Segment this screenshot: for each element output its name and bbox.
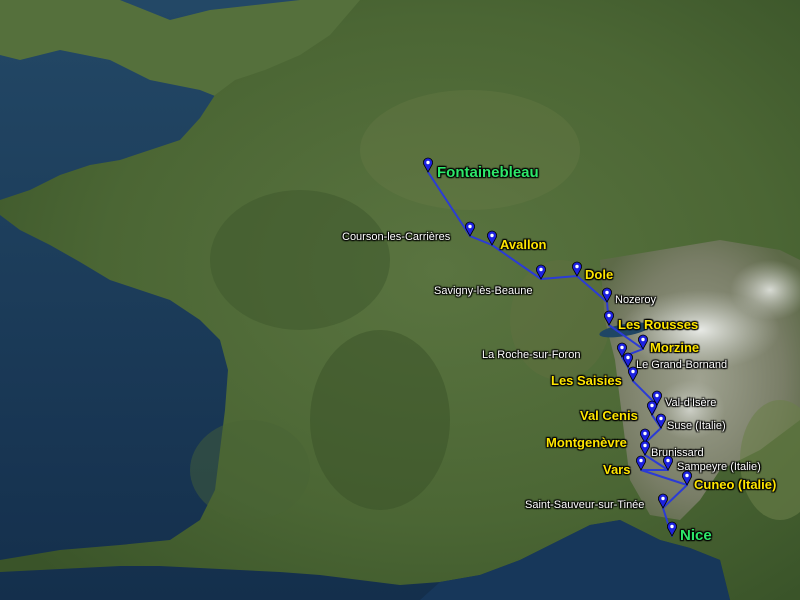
map-pin-icon <box>423 157 433 173</box>
map-pin-sampeyre[interactable] <box>662 455 674 471</box>
stop-label-brunissard: Brunissard <box>651 447 704 459</box>
stop-label-les-rousses: Les Rousses <box>618 317 699 332</box>
map-pin-icon <box>628 366 638 382</box>
stop-label-saint-sauveur: Saint-Sauveur-sur-Tinée <box>525 499 645 511</box>
map-pin-icon <box>663 455 673 471</box>
map-pin-morzine[interactable] <box>637 334 649 350</box>
stop-label-suse: Suse (Italie) <box>667 420 726 432</box>
terrain-patch <box>210 190 390 330</box>
map-pin-vars[interactable] <box>635 455 647 471</box>
stop-label-dole: Dole <box>585 267 614 282</box>
map-pin-cuneo[interactable] <box>681 470 693 486</box>
map-pin-avallon[interactable] <box>486 230 498 246</box>
stop-label-morzine: Morzine <box>650 340 700 355</box>
satellite-map <box>0 0 800 600</box>
stop-label-nozeroy: Nozeroy <box>615 294 656 306</box>
stop-label-val-disere: Val-d'Isère <box>665 397 717 409</box>
map-pin-saint-sauveur[interactable] <box>657 493 669 509</box>
map-pin-les-rousses[interactable] <box>603 310 615 326</box>
stop-label-la-roche: La Roche-sur-Foron <box>482 349 581 361</box>
map-pin-brunissard[interactable] <box>639 440 651 456</box>
map-pin-dole[interactable] <box>571 261 583 277</box>
map-pin-icon <box>602 287 612 303</box>
map-pin-icon <box>640 440 650 456</box>
map-pin-courson[interactable] <box>464 221 476 237</box>
map-pin-icon <box>638 334 648 350</box>
map-pin-icon <box>465 221 475 237</box>
map-pin-suse[interactable] <box>655 413 667 429</box>
stop-label-grand-bornand: Le Grand-Bornand <box>636 359 728 371</box>
stop-label-avallon: Avallon <box>500 237 547 252</box>
map-view[interactable]: Fontainebleau Courson-les-Carrières Avallo… <box>0 0 800 600</box>
map-pin-icon <box>656 413 666 429</box>
terrain-patch <box>190 420 310 520</box>
stop-label-savigny: Savigny-lès-Beaune <box>434 285 533 297</box>
map-pin-icon <box>536 264 546 280</box>
stop-label-cuneo: Cuneo (Italie) <box>694 477 777 492</box>
stop-label-montgenevre: Montgenèvre <box>546 435 627 450</box>
map-pin-icon <box>682 470 692 486</box>
stop-label-vars: Vars <box>603 462 631 477</box>
map-pin-icon <box>636 455 646 471</box>
map-pin-icon <box>667 521 677 537</box>
map-pin-savigny[interactable] <box>535 264 547 280</box>
map-pin-nice[interactable] <box>666 521 678 537</box>
map-pin-icon <box>658 493 668 509</box>
map-pin-icon <box>604 310 614 326</box>
map-pin-icon <box>572 261 582 277</box>
terrain-patch <box>360 90 580 210</box>
stop-label-val-cenis: Val Cenis <box>580 408 638 423</box>
stop-label-courson: Courson-les-Carrières <box>342 231 451 243</box>
map-pin-les-saisies[interactable] <box>627 366 639 382</box>
map-pin-fontainebleau[interactable] <box>422 157 434 173</box>
terrain-patch <box>310 330 450 510</box>
map-pin-nozeroy[interactable] <box>601 287 613 303</box>
map-pin-icon <box>487 230 497 246</box>
stop-label-nice: Nice <box>680 527 712 544</box>
stop-label-fontainebleau: Fontainebleau <box>437 164 539 181</box>
stop-label-les-saisies: Les Saisies <box>551 373 622 388</box>
